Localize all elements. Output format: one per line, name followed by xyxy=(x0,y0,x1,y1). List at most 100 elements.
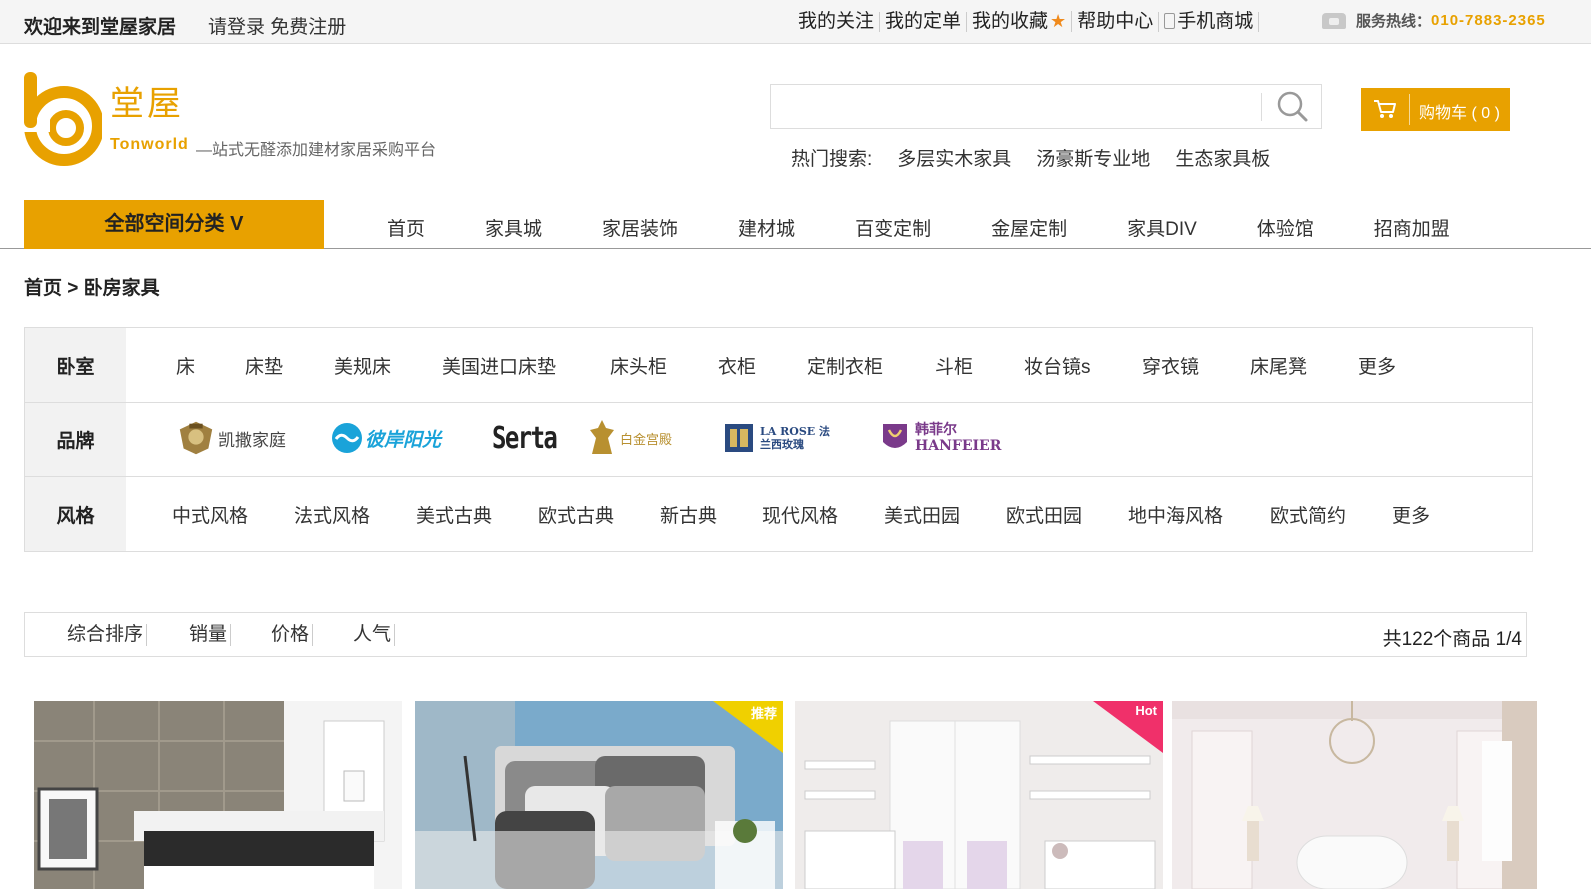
service-hotline: 服务热线： 010-7883-2365 xyxy=(1322,10,1546,31)
my-orders-link[interactable]: 我的定单 xyxy=(880,11,968,32)
filter-option[interactable]: 床垫 xyxy=(245,352,283,379)
nav-item-golden-custom[interactable]: 金屋定制 xyxy=(991,214,1067,241)
logo-slogan: —站式无醛添加建材家居采购平台 xyxy=(196,142,437,159)
my-favorites-link[interactable]: 我的收藏 ★ xyxy=(967,11,1073,32)
brand-logo-serta[interactable]: Serta xyxy=(484,415,558,461)
product-card[interactable]: 推荐 xyxy=(415,701,783,889)
filter-option[interactable]: 床头柜 xyxy=(610,352,667,379)
filter-row-style: 风格 中式风格 法式风格 美式古典 欧式古典 新古典 现代风格 美式田园 欧式田… xyxy=(25,477,1532,551)
cart-label: 购物车 ( 0 ) xyxy=(1419,105,1500,122)
filter-option[interactable]: 新古典 xyxy=(660,501,717,528)
filter-option[interactable]: 定制衣柜 xyxy=(807,352,883,379)
filter-items-bedroom: 床 床垫 美规床 美国进口床垫 床头柜 衣柜 定制衣柜 斗柜 妆台镜s 穿衣镜 … xyxy=(126,328,1532,402)
hotline-label: 服务热线： xyxy=(1356,13,1432,30)
product-card[interactable] xyxy=(34,701,402,889)
brand-name: 白金宫殿 xyxy=(620,432,673,448)
login-register: 请登录 免费注册 xyxy=(208,12,346,39)
product-card[interactable]: Hot xyxy=(795,701,1163,889)
palace-emblem-icon xyxy=(590,420,614,454)
filter-option[interactable]: 法式风格 xyxy=(294,501,370,528)
hot-keyword[interactable]: 多层实木家具 xyxy=(897,144,1011,171)
register-link[interactable]: 免费注册 xyxy=(270,17,346,38)
filter-label-brand: 品牌 xyxy=(25,403,126,476)
all-categories-button[interactable]: 全部空间分类 V xyxy=(24,200,324,249)
nav-item-home[interactable]: 首页 xyxy=(387,214,425,241)
cart-button[interactable]: 购物车 ( 0 ) xyxy=(1361,88,1510,131)
nav-item-building-materials[interactable]: 建材城 xyxy=(738,214,795,241)
my-follow-link[interactable]: 我的关注 xyxy=(793,11,881,32)
telephone-icon xyxy=(1322,12,1346,29)
filter-option[interactable]: 床 xyxy=(176,352,195,379)
hotline-number: 010-7883-2365 xyxy=(1431,12,1546,29)
login-link[interactable]: 请登录 xyxy=(208,17,265,38)
nav-items: 首页 家具城 家居装饰 建材城 百变定制 金屋定制 家具DIV 体验馆 招商加盟 xyxy=(355,214,1450,241)
brand-name: Serta xyxy=(492,420,558,456)
search-button[interactable] xyxy=(1262,85,1322,128)
filter-items-style: 中式风格 法式风格 美式古典 欧式古典 新古典 现代风格 美式田园 欧式田园 地… xyxy=(126,477,1532,551)
brand-logo-platinum-palace[interactable]: 白金宫殿 xyxy=(588,415,680,461)
cart-divider xyxy=(1409,94,1410,125)
filter-panel: 卧室 床 床垫 美规床 美国进口床垫 床头柜 衣柜 定制衣柜 斗柜 妆台镜s 穿… xyxy=(24,327,1533,552)
nav-item-custom[interactable]: 百变定制 xyxy=(855,214,931,241)
mobile-mall-label: 手机商城 xyxy=(1177,10,1254,32)
sort-comprehensive[interactable]: 综合排序 xyxy=(67,624,148,646)
breadcrumb-home[interactable]: 首页 xyxy=(24,278,62,299)
product-image xyxy=(1172,701,1537,889)
brand-logo-biananyangguang[interactable]: 彼岸阳光 xyxy=(331,415,443,461)
brand-name: 韩菲尔 HANFEIER xyxy=(915,422,1002,454)
filter-option[interactable]: 妆台镜s xyxy=(1024,352,1091,379)
filter-option[interactable]: 欧式古典 xyxy=(538,501,614,528)
nav-item-furniture-diy[interactable]: 家具DIV xyxy=(1127,214,1197,241)
breadcrumb-current: 卧房家具 xyxy=(83,278,160,299)
help-center-link[interactable]: 帮助中心 xyxy=(1072,11,1160,32)
brand-logo-hanfeier[interactable]: 韩菲尔 HANFEIER xyxy=(879,415,1002,461)
logo-english-name: Tonworld xyxy=(110,136,189,153)
filter-more[interactable]: 更多 xyxy=(1392,501,1430,528)
brand-logo-la-rose[interactable]: LA ROSE 法兰西玫瑰 xyxy=(724,415,834,461)
filter-option[interactable]: 穿衣镜 xyxy=(1142,352,1199,379)
hot-keyword[interactable]: 生态家具板 xyxy=(1175,144,1270,171)
product-card[interactable] xyxy=(1172,701,1537,889)
sort-popularity[interactable]: 人气 xyxy=(353,624,396,646)
badge-label: 推荐 xyxy=(750,706,777,721)
filter-option[interactable]: 欧式简约 xyxy=(1270,501,1346,528)
filter-option[interactable]: 欧式田园 xyxy=(1006,501,1082,528)
filter-row-brand: 品牌 凯撒家庭 彼岸阳光 Serta 白金宫殿 LA ROSE 法兰西玫瑰 韩菲… xyxy=(25,403,1532,477)
brand-name: 凯撒家庭 xyxy=(218,430,286,451)
filter-label-style: 风格 xyxy=(25,477,126,551)
filter-option[interactable]: 斗柜 xyxy=(935,352,973,379)
filter-label-bedroom: 卧室 xyxy=(25,328,126,402)
sort-sales[interactable]: 销量 xyxy=(189,624,232,646)
filter-option[interactable]: 现代风格 xyxy=(762,501,838,528)
filter-option[interactable]: 床尾凳 xyxy=(1250,352,1307,379)
welcome-text: 欢迎来到堂屋家居 xyxy=(24,17,177,38)
brand-logo-kaisa[interactable]: 凯撒家庭 xyxy=(176,415,286,461)
filter-option[interactable]: 美规床 xyxy=(334,352,391,379)
filter-row-bedroom: 卧室 床 床垫 美规床 美国进口床垫 床头柜 衣柜 定制衣柜 斗柜 妆台镜s 穿… xyxy=(25,328,1532,403)
logo-name: 堂屋 xyxy=(110,84,184,124)
my-favorites-label: 我的收藏 xyxy=(972,11,1049,32)
nav-item-home-decor[interactable]: 家居装饰 xyxy=(602,214,678,241)
brand-name: 彼岸阳光 xyxy=(365,429,442,451)
nav-item-franchise[interactable]: 招商加盟 xyxy=(1374,214,1450,241)
filter-option[interactable]: 美式古典 xyxy=(416,501,492,528)
filter-option[interactable]: 地中海风格 xyxy=(1128,501,1223,528)
hot-keyword[interactable]: 汤豪斯专业地 xyxy=(1036,144,1150,171)
filter-option[interactable]: 美式田园 xyxy=(884,501,960,528)
badge-label: Hot xyxy=(1135,703,1157,718)
sort-price[interactable]: 价格 xyxy=(271,624,314,646)
mobile-mall-link[interactable]: 手机商城 xyxy=(1159,10,1260,32)
mobile-icon xyxy=(1164,12,1176,29)
nav-item-furniture-city[interactable]: 家具城 xyxy=(485,214,542,241)
filter-more[interactable]: 更多 xyxy=(1358,352,1396,379)
top-bar: 欢迎来到堂屋家居 请登录 免费注册 我的关注 我的定单 我的收藏 ★ 帮助中心 手… xyxy=(0,0,1591,44)
top-links: 我的关注 我的定单 我的收藏 ★ 帮助中心 手机商城 xyxy=(793,10,1260,32)
nav-item-showroom[interactable]: 体验馆 xyxy=(1257,214,1314,241)
product-image xyxy=(34,701,402,889)
filter-option[interactable]: 衣柜 xyxy=(718,352,756,379)
search-input[interactable] xyxy=(771,85,1261,128)
search-icon xyxy=(1277,91,1308,122)
filter-option[interactable]: 中式风格 xyxy=(172,501,248,528)
filter-items-brand: 凯撒家庭 彼岸阳光 Serta 白金宫殿 LA ROSE 法兰西玫瑰 韩菲尔 H… xyxy=(126,403,1532,476)
filter-option[interactable]: 美国进口床垫 xyxy=(442,352,556,379)
